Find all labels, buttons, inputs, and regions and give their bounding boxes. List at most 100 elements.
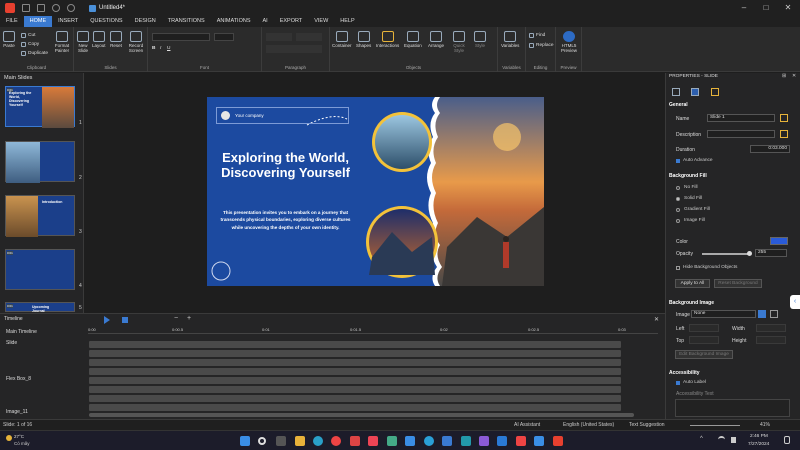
- numbering-select[interactable]: [296, 33, 322, 41]
- font-family-select[interactable]: [152, 33, 210, 41]
- app-icon[interactable]: [405, 436, 415, 446]
- variables-button[interactable]: Variables: [501, 31, 519, 48]
- bullets-select[interactable]: [266, 33, 292, 41]
- arrange-button[interactable]: Arrange: [428, 31, 444, 48]
- timeline-scrollbar[interactable]: [89, 413, 634, 417]
- timeline-row[interactable]: Slide: [0, 339, 88, 348]
- format-painter-button[interactable]: Format Painter: [52, 31, 72, 53]
- image-browse-icon[interactable]: [758, 310, 766, 318]
- pin-icon[interactable]: ⊞: [782, 73, 786, 79]
- auto-label-checkbox[interactable]: Auto Label: [676, 380, 706, 385]
- paste-button[interactable]: Paste: [3, 31, 15, 48]
- timeline-track[interactable]: [89, 377, 621, 384]
- minimize-button[interactable]: –: [733, 0, 755, 16]
- timeline-track[interactable]: [89, 341, 621, 348]
- menu-insert[interactable]: INSERT: [52, 16, 84, 27]
- accessibility-text-input[interactable]: [675, 399, 790, 417]
- play-icon[interactable]: [104, 316, 110, 324]
- app-icon[interactable]: [442, 436, 452, 446]
- section-accessibility[interactable]: Accessibility: [669, 370, 700, 376]
- gradient-fill-radio[interactable]: Gradient Fill: [676, 207, 710, 212]
- html5-preview-button[interactable]: HTML5 Preview: [558, 31, 580, 53]
- app-icon[interactable]: [368, 436, 378, 446]
- image-fill-radio[interactable]: Image Fill: [676, 218, 705, 223]
- slide-body[interactable]: This presentation invites you to embark …: [217, 209, 354, 231]
- volume-icon[interactable]: [731, 437, 736, 443]
- app-icon[interactable]: [497, 436, 507, 446]
- slide-thumbnail[interactable]: 0:01 4: [5, 249, 82, 290]
- wifi-icon[interactable]: [718, 436, 725, 443]
- copy-button[interactable]: Copy: [21, 42, 39, 47]
- redo-icon[interactable]: [67, 4, 75, 12]
- bold-button[interactable]: B: [152, 46, 155, 51]
- underline-button[interactable]: U: [167, 46, 170, 51]
- notification-icon[interactable]: [784, 436, 790, 444]
- section-background-fill[interactable]: Background Fill: [669, 173, 707, 179]
- style-button[interactable]: Style: [474, 31, 486, 48]
- record-screen-button[interactable]: Record Screen: [126, 31, 146, 53]
- telegram-icon[interactable]: [424, 436, 434, 446]
- timeline-track[interactable]: [89, 359, 621, 366]
- document-tab[interactable]: Untitled4*: [89, 4, 125, 12]
- timeline-row[interactable]: Image_11: [0, 408, 88, 417]
- menu-file[interactable]: FILE: [0, 16, 24, 27]
- folder-icon[interactable]: [22, 4, 30, 12]
- width-input[interactable]: [756, 324, 786, 332]
- app-icon[interactable]: [479, 436, 489, 446]
- text-suggestion-button[interactable]: Text Suggestion: [629, 422, 665, 428]
- close-icon[interactable]: ✕: [654, 316, 659, 323]
- ai-assistant-button[interactable]: AI Assistant: [514, 422, 540, 428]
- font-size-select[interactable]: [214, 33, 234, 41]
- timeline-track[interactable]: [89, 395, 621, 402]
- container-button[interactable]: Container: [332, 31, 352, 48]
- slide-title[interactable]: Exploring the World, Discovering Yoursel…: [213, 150, 358, 180]
- duration-input[interactable]: 0:03.000: [750, 145, 790, 153]
- no-fill-radio[interactable]: No Fill: [676, 185, 698, 190]
- apply-to-all-button[interactable]: Apply to All: [675, 279, 710, 288]
- menu-transitions[interactable]: TRANSITIONS: [162, 16, 211, 27]
- app-icon[interactable]: [350, 436, 360, 446]
- alignment-buttons[interactable]: [266, 45, 322, 53]
- solid-fill-radio[interactable]: Solid Fill: [676, 196, 702, 201]
- timeline-track[interactable]: [89, 386, 621, 393]
- slide-canvas[interactable]: Your company Exploring the World, Discov…: [207, 97, 544, 286]
- zoom-slider[interactable]: [690, 425, 740, 426]
- menu-view[interactable]: VIEW: [308, 16, 334, 27]
- interactions-button[interactable]: Interactions: [376, 31, 399, 48]
- company-box[interactable]: Your company: [216, 107, 349, 124]
- opacity-input[interactable]: 255: [755, 249, 787, 257]
- menu-home[interactable]: HOME: [23, 16, 53, 27]
- find-button[interactable]: Find: [529, 33, 545, 38]
- menu-export[interactable]: EXPORT: [274, 16, 309, 27]
- replace-button[interactable]: Replace: [529, 43, 554, 48]
- hide-background-checkbox[interactable]: Hide Background Objects: [676, 265, 737, 270]
- reset-background-button[interactable]: Reset Background: [714, 279, 762, 288]
- panel-collapse-icon[interactable]: ‹: [790, 295, 800, 309]
- app-icon[interactable]: [553, 436, 563, 446]
- slide-thumbnail[interactable]: 0:01 2: [5, 141, 82, 183]
- reset-button[interactable]: Reset: [110, 31, 122, 48]
- shapes-button[interactable]: Shapes: [356, 31, 371, 48]
- timeline-track[interactable]: [89, 404, 621, 411]
- color-swatch[interactable]: [770, 237, 788, 245]
- timeline-row[interactable]: Flex Box_8: [0, 375, 88, 384]
- edit-background-image-button[interactable]: Edit Background Image: [675, 350, 733, 359]
- description-input[interactable]: [707, 130, 775, 138]
- opacity-slider-thumb[interactable]: [747, 251, 752, 256]
- menu-ai[interactable]: AI: [257, 16, 274, 27]
- menu-animations[interactable]: ANIMATIONS: [211, 16, 257, 27]
- duplicate-button[interactable]: Duplicate: [21, 51, 48, 56]
- image-edit-icon[interactable]: [770, 310, 778, 318]
- animation-props-icon[interactable]: [711, 88, 719, 96]
- auto-advance-checkbox[interactable]: Auto Advance: [676, 158, 713, 163]
- zoom-in-icon[interactable]: +: [187, 315, 191, 322]
- timeline-track[interactable]: [89, 368, 621, 375]
- zoom-out-icon[interactable]: −: [174, 315, 178, 322]
- app-icon[interactable]: [516, 436, 526, 446]
- app-icon[interactable]: [387, 436, 397, 446]
- name-input[interactable]: Slide 1: [707, 114, 775, 122]
- edge-icon[interactable]: [313, 436, 323, 446]
- cut-button[interactable]: Cut: [21, 33, 35, 38]
- windows-start-icon[interactable]: [240, 436, 250, 446]
- slide-thumbnail[interactable]: 0:01 Exploring the World, Discovering Yo…: [5, 86, 82, 128]
